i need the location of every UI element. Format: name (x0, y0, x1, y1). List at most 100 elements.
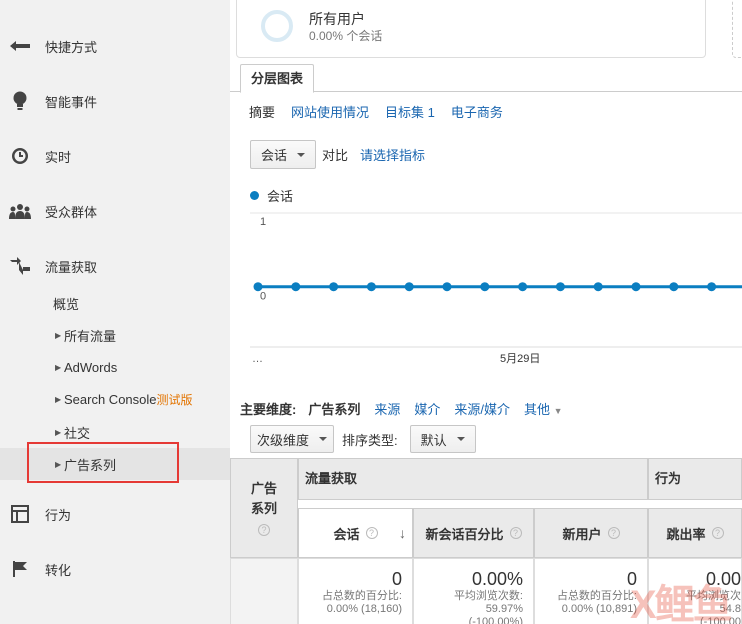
tab-explorer[interactable]: 分层图表 (240, 64, 315, 93)
column-header-sessions[interactable]: 会话 ? ↓ (298, 508, 413, 558)
dimension-other[interactable]: 其他 ▼ (524, 399, 563, 418)
data-point (291, 282, 301, 292)
data-point (329, 282, 339, 292)
primary-dimension-label: 主要维度: (240, 402, 297, 417)
y-tick-label: 0 (260, 291, 266, 303)
dimension-other-label: 其他 (524, 402, 551, 417)
chevron-down-icon (456, 437, 465, 441)
metric-picker-row: 会话 对比 请选择指标 (250, 140, 425, 169)
subtab-ecommerce[interactable]: 电子商务 (451, 102, 503, 121)
totals-sessions-value: 0 (391, 569, 402, 589)
add-segment-card[interactable] (732, 0, 742, 58)
help-icon[interactable]: ? (258, 524, 270, 536)
legend-label: 会话 (267, 189, 294, 204)
help-icon[interactable]: ? (607, 527, 620, 539)
totals-new-sessions-value: 0.00% (471, 569, 523, 589)
sidebar-item-shortcuts[interactable]: 快捷方式 (0, 26, 230, 66)
legend-dot-icon (250, 191, 259, 200)
totals-new-users-sub1: 占总数的百分比: (556, 590, 637, 602)
totals-new-sessions-cell: 0.00% 平均浏览次数: 59.97% (-100.00%) (413, 558, 534, 624)
sidebar-item-label: 快捷方式 (45, 39, 98, 55)
data-point (442, 282, 452, 292)
select-metric-link[interactable]: 请选择指标 (360, 145, 425, 164)
totals-sessions-sub1: 占总数的百分比: (321, 590, 402, 602)
help-icon[interactable]: ? (365, 527, 378, 539)
sidebar-item-label: 行为 (45, 507, 72, 523)
sort-type-dropdown[interactable]: 默认 (409, 425, 476, 453)
secondary-dimension-dropdown[interactable]: 次级维度 (250, 425, 335, 453)
sidebar-sub-label: Search Console测试版 (64, 391, 193, 408)
subtab-summary[interactable]: 摘要 (249, 102, 275, 121)
chart-legend: 会话 (250, 186, 293, 205)
totals-new-users-sub2: 0.00% (10,891) (561, 603, 637, 615)
sidebar-item-behavior[interactable]: 行为 (0, 494, 230, 534)
expand-arrow-icon: ▶ (55, 330, 62, 340)
sidebar-sub-all-traffic[interactable]: ▶ 所有流量 (0, 319, 230, 351)
column-header-campaign[interactable]: 广告系列 ? (230, 458, 298, 558)
dimension-source[interactable]: 来源 (374, 399, 400, 418)
segment-ring-icon (261, 10, 293, 42)
sidebar-sub-adwords[interactable]: ▶ AdWords (0, 351, 230, 383)
sidebar-item-label: 流量获取 (45, 259, 98, 275)
watermark-logo: X鲤鱼 (630, 583, 733, 624)
sidebar-item-label: 转化 (45, 562, 72, 578)
search-console-text: Search Console (64, 391, 157, 407)
acquisition-icon (9, 255, 31, 277)
sidebar-item-intelligence[interactable]: 智能事件 (0, 81, 230, 121)
people-icon (9, 200, 31, 222)
sidebar-item-acquisition[interactable]: 流量获取 (0, 246, 230, 286)
sidebar-sub-label: 概览 (53, 296, 80, 312)
sort-type-label: 排序类型: (342, 432, 398, 448)
subtab-goal-set[interactable]: 目标集 1 (385, 102, 435, 121)
sidebar-sub-label: 所有流量 (64, 328, 117, 344)
y-tick-label: 1 (260, 216, 266, 228)
subtab-site-usage[interactable]: 网站使用情况 (291, 102, 369, 121)
sidebar-item-conversions[interactable]: 转化 (0, 549, 230, 589)
data-point (366, 282, 376, 292)
sidebar-item-label: 智能事件 (45, 94, 98, 110)
sidebar-sub-overview[interactable]: 概览 (0, 287, 230, 319)
metric-dropdown[interactable]: 会话 (250, 140, 317, 169)
dimension-medium[interactable]: 媒介 (414, 399, 440, 418)
beta-badge: 测试版 (156, 392, 193, 407)
column-header-new-sessions-pct[interactable]: 新会话百分比 ? (413, 508, 534, 558)
data-point (593, 282, 603, 292)
totals-new-users-value: 0 (626, 569, 637, 589)
column-header-bounce-rate[interactable]: 跳出率 ? (648, 508, 742, 558)
dimension-campaign[interactable]: 广告系列 (308, 399, 360, 418)
column-header-label: 会话 (333, 526, 360, 542)
chevron-down-icon: ▼ (553, 406, 563, 416)
metric-dropdown-label: 会话 (261, 148, 288, 163)
totals-new-sessions-sub1: 平均浏览次数: (453, 590, 523, 602)
column-header-new-users[interactable]: 新用户 ? (534, 508, 648, 558)
shortcut-arrow-icon (9, 35, 31, 57)
sessions-line-chart: 1 0 … 5月29日 (250, 212, 742, 365)
flag-icon (9, 558, 31, 580)
group-header-behavior: 行为 (648, 458, 742, 500)
help-icon[interactable]: ? (509, 527, 522, 539)
sidebar-item-realtime[interactable]: 实时 (0, 136, 230, 176)
sidebar-item-label: 实时 (45, 149, 72, 165)
expand-arrow-icon: ▶ (55, 427, 62, 437)
expand-arrow-icon: ▶ (55, 394, 62, 404)
segment-percentage: 0.00% 个会话 (309, 29, 383, 43)
sidebar-sub-search-console[interactable]: ▶ Search Console测试版 (0, 383, 230, 415)
segment-card[interactable]: 所有用户 0.00% 个会话 (236, 0, 706, 58)
chevron-down-icon (297, 152, 306, 157)
help-icon[interactable]: ? (711, 527, 724, 539)
clock-icon (9, 145, 31, 167)
totals-new-sessions-sub3: (-100.00%) (468, 616, 523, 624)
data-point (707, 282, 717, 292)
sidebar-sub-label: AdWords (64, 359, 118, 375)
highlight-box (27, 442, 179, 483)
sidebar-item-audience[interactable]: 受众群体 (0, 191, 230, 231)
subtabs: 摘要 网站使用情况 目标集 1 电子商务 (249, 102, 503, 121)
totals-sessions-cell: 0 占总数的百分比: 0.00% (18,160) (298, 558, 413, 624)
column-header-label: 广告系列 (250, 481, 277, 516)
totals-new-sessions-sub2: 59.97% (485, 603, 523, 615)
column-header-label: 跳出率 (666, 526, 706, 542)
data-point (631, 282, 641, 292)
dimension-source-medium[interactable]: 来源/媒介 (454, 399, 510, 418)
totals-sessions-sub2: 0.00% (18,160) (326, 603, 402, 615)
column-header-label: 新用户 (562, 526, 602, 542)
